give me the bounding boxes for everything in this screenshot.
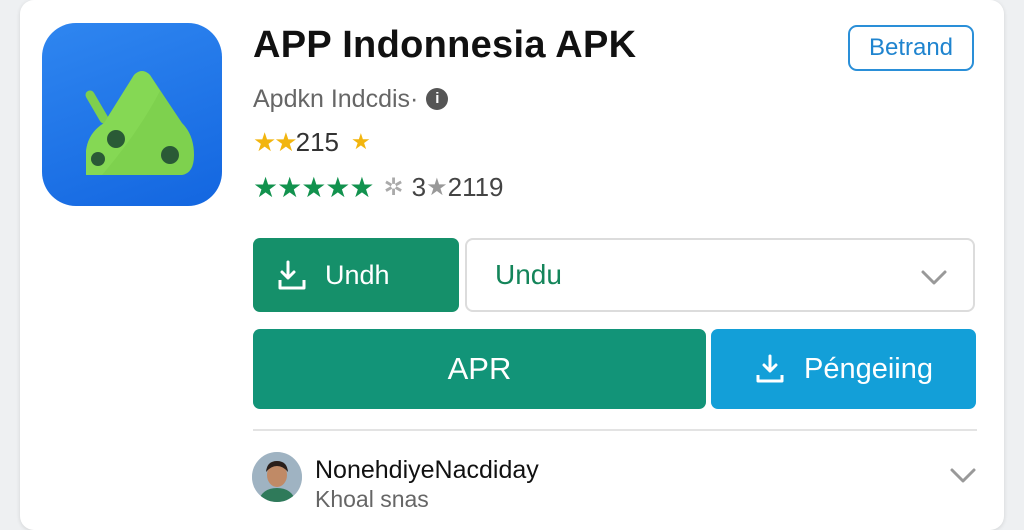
version-select[interactable]: Undu: [465, 238, 975, 312]
select-value: Undu: [495, 259, 562, 290]
install-button[interactable]: Undh: [253, 238, 459, 312]
reviews-row: ★★★★★ ✲ 3 ★ 2119: [253, 170, 504, 204]
sparkle-icon: ✲: [383, 173, 404, 201]
review-count: 2119: [447, 171, 504, 202]
star-icon: ★: [351, 129, 371, 154]
divider: [253, 429, 977, 431]
apk-button[interactable]: APR: [253, 329, 706, 409]
badge-button[interactable]: Betrand: [848, 25, 974, 71]
secondary-button[interactable]: Péngeiing: [711, 329, 976, 409]
info-icon[interactable]: i: [426, 88, 449, 110]
chevron-down-icon[interactable]: [948, 460, 978, 490]
user-subtitle: Khoal snas: [315, 486, 429, 512]
rating-value: 215: [295, 126, 340, 157]
avatar[interactable]: [252, 452, 302, 502]
app-icon[interactable]: [42, 23, 222, 206]
rating-row: ★★ 215 ★: [253, 126, 371, 158]
android-robot-icon: [85, 71, 194, 175]
developer-row: Apdkn Indcdis· i: [253, 84, 449, 114]
person-avatar-icon: [252, 452, 302, 502]
install-label: Undh: [325, 259, 390, 290]
review-star-icon: ★: [426, 173, 448, 201]
developer-name[interactable]: Apdkn Indcdis·: [253, 85, 418, 114]
review-prefix: 3: [411, 171, 427, 202]
user-name[interactable]: NonehdiyeNacdiday: [315, 456, 539, 485]
review-stars: ★★★★★: [253, 171, 375, 203]
download-icon: [278, 260, 306, 290]
download-tray-icon: [756, 354, 784, 383]
rating-stars: ★★: [253, 126, 298, 157]
secondary-label: Péngeiing: [804, 352, 933, 385]
chevron-down-icon: [921, 270, 947, 285]
app-title: APP Indonnesia APK: [253, 24, 637, 66]
